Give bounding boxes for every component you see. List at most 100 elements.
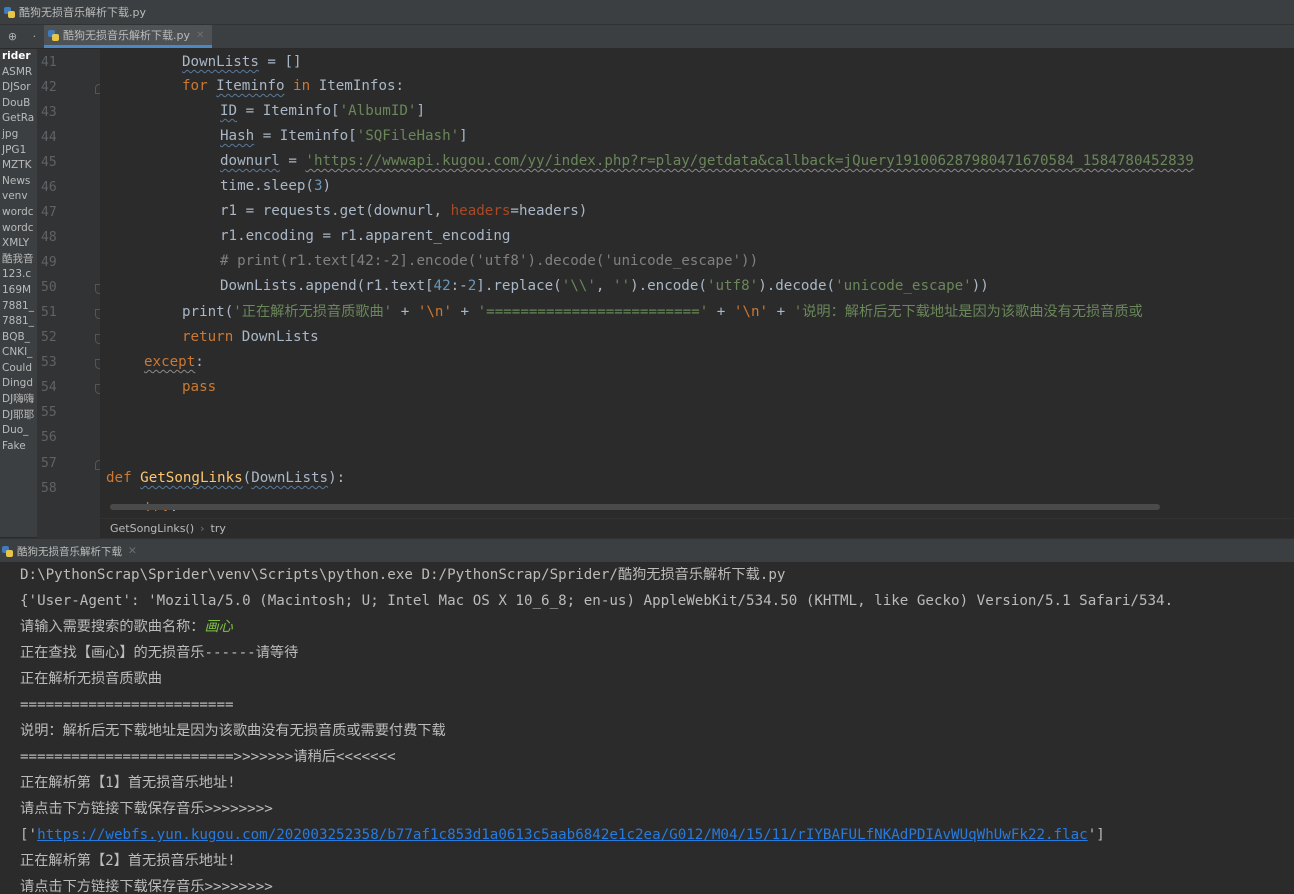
console-command: D:\PythonScrap\Sprider\venv\Scripts\pyth… [20, 567, 786, 583]
console-note: 说明：解析后无下载地址是因为该歌曲没有无损音质或需要付费下载 [20, 723, 446, 739]
project-tree: rider ASMR DJSor DouB GetRa jpg JPG1 MZTK News v… [0, 49, 37, 537]
project-item[interactable]: MZTK [0, 158, 37, 174]
code-line-51: print('正在解析无损音质歌曲' + '\n' + '===========… [182, 304, 1143, 320]
editor-tab-file[interactable]: 酷狗无损音乐解析下载.py ✕ [44, 25, 213, 48]
project-item[interactable]: venv [0, 189, 37, 205]
run-tool-window-header: 酷狗无损音乐解析下载 ✕ [0, 538, 1294, 563]
console-item-1: 正在解析第【1】首无损音乐地址! [20, 775, 236, 791]
line-number: 54 [41, 380, 57, 395]
project-item[interactable]: wordc [0, 221, 37, 237]
close-icon[interactable]: ✕ [128, 545, 137, 557]
code-line-48: r1.encoding = r1.apparent_encoding [220, 228, 511, 244]
project-item[interactable]: Dingd [0, 376, 37, 392]
download-link[interactable]: https://webfs.yun.kugou.com/202003252358… [37, 827, 1088, 843]
console-click-hint-2: 请点击下方链接下载保存音乐>>>>>>>> [20, 879, 273, 894]
project-item[interactable]: Fake [0, 439, 37, 455]
project-item[interactable]: XMLY [0, 236, 37, 252]
code-line-53: except: [144, 354, 204, 370]
project-item[interactable]: 酷我音 [0, 252, 37, 268]
console-wait: =========================>>>>>>>请稍后<<<<<… [20, 749, 396, 765]
console-divider: ========================= [20, 697, 234, 713]
tab-bar-tools: ⊕ · [0, 25, 44, 48]
console-item-2: 正在解析第【2】首无损音乐地址! [20, 853, 236, 869]
console-link-line: ['https://webfs.yun.kugou.com/2020032523… [20, 827, 1105, 843]
code-editor[interactable]: DownLists = [] for Iteminfo in ItemInfos… [100, 49, 1294, 518]
line-number: 43 [41, 105, 57, 120]
line-number: 49 [41, 255, 57, 270]
breadcrumb-function[interactable]: GetSongLinks() [110, 522, 194, 535]
line-number: 58 [41, 481, 57, 496]
run-tab[interactable]: 酷狗无损音乐解析下载 ✕ [0, 539, 137, 563]
project-item[interactable]: BQB_ [0, 330, 37, 346]
line-number: 46 [41, 180, 57, 195]
code-line-57: def GetSongLinks(DownLists): [106, 470, 346, 486]
project-item[interactable]: Duo_ [0, 423, 37, 439]
line-number: 48 [41, 230, 57, 245]
line-number: 56 [41, 430, 57, 445]
python-run-icon [2, 545, 13, 557]
tab-label: 酷狗无损音乐解析下载.py [63, 29, 190, 42]
console-searching: 正在查找【画心】的无损音乐------请等待 [20, 645, 299, 661]
breadcrumb-separator: › [200, 522, 205, 535]
run-tab-label: 酷狗无损音乐解析下载 [17, 545, 122, 558]
project-item[interactable]: 7881_ [0, 314, 37, 330]
line-number: 47 [41, 205, 57, 220]
window-titlebar: 酷狗无损音乐解析下载.py [0, 0, 1294, 25]
python-file-icon [48, 29, 59, 41]
line-number: 52 [41, 330, 57, 345]
dot-menu-icon[interactable]: · [33, 30, 37, 43]
add-target-icon[interactable]: ⊕ [8, 30, 17, 43]
breadcrumb-block[interactable]: try [211, 522, 226, 535]
line-number: 51 [41, 305, 57, 320]
line-number: 55 [41, 405, 57, 420]
code-line-50: DownLists.append(r1.text[42:-2].replace(… [220, 278, 989, 294]
project-item[interactable]: JPG1 [0, 143, 37, 159]
code-line-42: for Iteminfo in ItemInfos: [182, 78, 405, 94]
line-number: 44 [41, 130, 57, 145]
close-icon[interactable]: ✕ [196, 30, 204, 41]
project-root[interactable]: rider [0, 49, 37, 65]
console-prompt-line: 请输入需要搜索的歌曲名称：画心 [20, 614, 233, 640]
code-line-44: Hash = Iteminfo['SQFileHash'] [220, 128, 468, 144]
console-prompt: 请输入需要搜索的歌曲名称： [20, 619, 205, 635]
code-line-47: r1 = requests.get(downurl, headers=heade… [220, 203, 588, 219]
project-item[interactable]: ASMR [0, 65, 37, 81]
code-line-41: DownLists = [] [182, 54, 302, 70]
breadcrumb: GetSongLinks() › try [100, 518, 1294, 538]
editor-gutter: 41 42 43 44 45 46 47 48 49 50 51 52 53 54 55 56 57 58 [37, 49, 103, 518]
code-line-49: # print(r1.text[42:-2].encode('utf8').de… [220, 253, 759, 269]
console-user-agent: {'User-Agent': 'Mozilla/5.0 (Macintosh; … [20, 593, 1174, 609]
project-item[interactable]: 7881_ [0, 299, 37, 315]
code-line-52: return DownLists [182, 329, 319, 345]
code-line-46: time.sleep(3) [220, 178, 332, 194]
project-item[interactable]: DJ耶耶 [0, 408, 37, 424]
project-item[interactable]: DouB [0, 96, 37, 112]
line-number: 57 [41, 456, 57, 471]
console-parsing: 正在解析无损音质歌曲 [20, 671, 162, 687]
horizontal-scrollbar[interactable] [110, 504, 1160, 510]
project-item[interactable]: 123.c [0, 267, 37, 283]
console-user-input: 画心 [204, 619, 233, 635]
window-title: 酷狗无损音乐解析下载.py [19, 6, 146, 19]
project-item[interactable]: Could [0, 361, 37, 377]
project-item[interactable]: jpg [0, 127, 37, 143]
project-item[interactable]: News [0, 174, 37, 190]
console-click-hint-1: 请点击下方链接下载保存音乐>>>>>>>> [20, 801, 273, 817]
code-line-45: downurl = 'https://wwwapi.kugou.com/yy/i… [220, 153, 1194, 169]
python-file-icon [4, 6, 15, 18]
line-number: 53 [41, 355, 57, 370]
project-item[interactable]: CNKI_ [0, 345, 37, 361]
project-item[interactable]: DJ嗨嗨 [0, 392, 37, 408]
line-number: 50 [41, 280, 57, 295]
project-item[interactable]: DJSor [0, 80, 37, 96]
code-line-43: ID = Iteminfo['AlbumID'] [220, 103, 426, 119]
editor-tab-bar: ⊕ · 酷狗无损音乐解析下载.py ✕ [0, 25, 1294, 49]
project-item[interactable]: wordc [0, 205, 37, 221]
project-item[interactable]: 169M [0, 283, 37, 299]
line-number: 45 [41, 155, 57, 170]
run-console[interactable]: D:\PythonScrap\Sprider\venv\Scripts\pyth… [0, 562, 1294, 894]
code-line-54: pass [182, 379, 217, 395]
line-number: 41 [41, 55, 57, 70]
line-number: 42 [41, 80, 57, 95]
project-item[interactable]: GetRa [0, 111, 37, 127]
